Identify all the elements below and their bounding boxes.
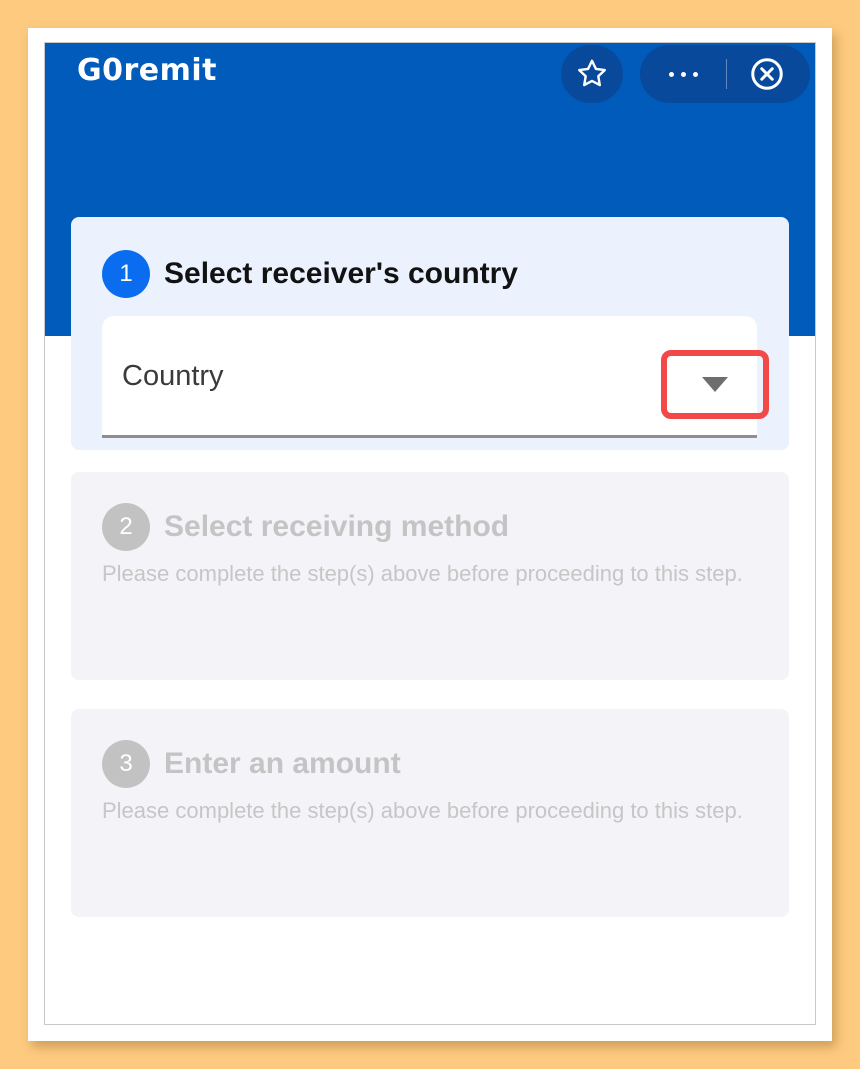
more-options-button[interactable] <box>640 45 726 103</box>
step-title: Select receiving method <box>164 510 510 543</box>
mini-program-capsule <box>640 45 810 103</box>
close-circle-icon <box>751 58 783 90</box>
step-number-badge: 1 <box>102 250 150 298</box>
step-number-badge: 2 <box>102 503 150 551</box>
dropdown-arrow-icon <box>702 377 728 392</box>
dropdown-toggle[interactable] <box>661 350 769 419</box>
capsule-divider <box>726 59 727 89</box>
star-outline-icon <box>578 59 606 87</box>
country-select-label: Country <box>122 360 224 392</box>
step-card-receiving-method: 2 Select receiving method Please complet… <box>71 472 789 680</box>
app-screen: G0remit 1 Select receiver's country Coun… <box>44 42 816 1025</box>
favorite-button[interactable] <box>561 45 623 103</box>
app-logo: G0remit <box>77 53 218 88</box>
step-title: Select receiver's country <box>164 257 518 290</box>
step-description: Please complete the step(s) above before… <box>102 561 743 586</box>
close-button[interactable] <box>730 45 804 103</box>
step-description: Please complete the step(s) above before… <box>102 798 743 823</box>
step-header: 3 Enter an amount <box>102 740 401 788</box>
more-horizontal-icon <box>668 71 674 77</box>
step-number-badge: 3 <box>102 740 150 788</box>
step-card-country: 1 Select receiver's country Country <box>71 217 789 450</box>
step-title: Enter an amount <box>164 747 401 780</box>
step-header: 1 Select receiver's country <box>102 250 518 298</box>
step-card-amount: 3 Enter an amount Please complete the st… <box>71 709 789 917</box>
country-select[interactable]: Country <box>102 316 769 438</box>
step-header: 2 Select receiving method <box>102 503 509 551</box>
